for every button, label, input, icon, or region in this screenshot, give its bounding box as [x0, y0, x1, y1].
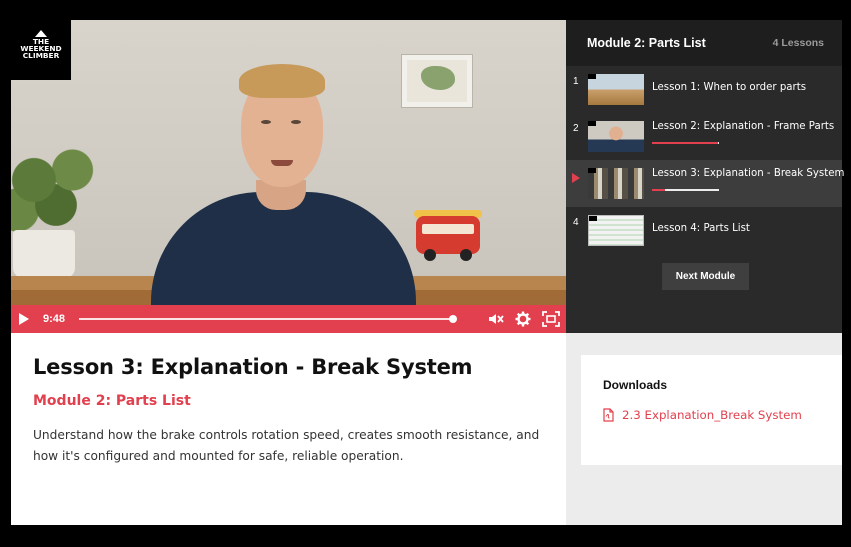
module-subtitle: Module 2: Parts List [33, 393, 191, 409]
plant [11, 140, 111, 240]
lesson-description: Understand how the brake controls rotati… [33, 428, 540, 463]
mountain-icon [35, 30, 47, 37]
lesson-label: Lesson 1: When to order parts [652, 82, 807, 93]
presenter-hair [239, 64, 325, 98]
presenter-eye [291, 120, 301, 124]
lesson-info: Lesson 3: Explanation - Break System Mod… [11, 333, 566, 525]
lesson-progress-bar [652, 142, 719, 144]
panel-header: Module 2: Parts List 4 Lessons [566, 20, 842, 66]
download-link[interactable]: 2.3 Explanation_Break System [603, 408, 820, 422]
now-playing-icon [572, 173, 580, 183]
play-icon[interactable] [19, 313, 29, 325]
plant-pot [13, 230, 75, 278]
toy-bus [416, 216, 480, 254]
side-column: Downloads 2.3 Explanation_Break System [566, 333, 842, 525]
lesson-label: Lesson 4: Parts List [652, 223, 750, 234]
lesson-count: 4 Lessons [772, 37, 824, 49]
lesson-item-4[interactable]: 4 Lesson 4: Parts List [566, 207, 842, 254]
logo-text-line2: CLIMBER [22, 51, 60, 60]
next-module-button[interactable]: Next Module [662, 263, 749, 290]
presenter-eye [261, 120, 271, 124]
video-time: 9:48 [43, 313, 66, 325]
gear-icon[interactable] [515, 310, 532, 328]
lesson-panel: Module 2: Parts List 4 Lessons 1 Lesson … [566, 20, 845, 333]
lesson-thumbnail [588, 74, 644, 105]
brand-logo: THE WEEKEND CLIMBER [11, 20, 71, 80]
lesson-item-2[interactable]: 2 Lesson 2: Explanation - Frame Parts [566, 113, 842, 160]
lesson-number: 1 [573, 76, 579, 87]
toy-bus-wheel [424, 249, 436, 261]
presenter-mouth [271, 160, 293, 166]
lesson-thumbnail [588, 168, 644, 199]
downloads-heading: Downloads [603, 378, 668, 392]
lesson-label: Lesson 3: Explanation - Break System [652, 168, 845, 179]
download-file-name: 2.3 Explanation_Break System [622, 408, 802, 422]
module-title: Module 2: Parts List [587, 36, 706, 50]
lesson-label: Lesson 2: Explanation - Frame Parts [652, 121, 835, 132]
scrubber-handle[interactable] [449, 315, 458, 323]
video-player[interactable]: THE WEEKEND CLIMBER 9:48 [11, 20, 566, 333]
lesson-number: 2 [573, 123, 579, 134]
lesson-progress-fill [652, 189, 666, 191]
lesson-thumbnail [588, 121, 644, 152]
lesson-progress-bar [652, 189, 719, 191]
video-scrubber[interactable] [79, 315, 458, 323]
toy-bus-wheel [460, 249, 472, 261]
fullscreen-icon[interactable] [542, 310, 560, 328]
lesson-item-1[interactable]: 1 Lesson 1: When to order parts [566, 66, 842, 113]
video-controls: 9:48 [11, 305, 566, 333]
lesson-progress-fill [652, 142, 719, 144]
lesson-number: 4 [573, 217, 579, 228]
file-icon [603, 408, 614, 422]
mute-icon[interactable] [487, 310, 504, 328]
lesson-thumbnail [588, 215, 644, 246]
logo-text-line1: THE WEEKEND [20, 37, 62, 53]
wall-map-picture [401, 54, 473, 108]
page-title: Lesson 3: Explanation - Break System [33, 355, 473, 379]
downloads-card: Downloads 2.3 Explanation_Break System [581, 355, 842, 465]
lesson-item-3[interactable]: Lesson 3: Explanation - Break System [566, 160, 845, 207]
